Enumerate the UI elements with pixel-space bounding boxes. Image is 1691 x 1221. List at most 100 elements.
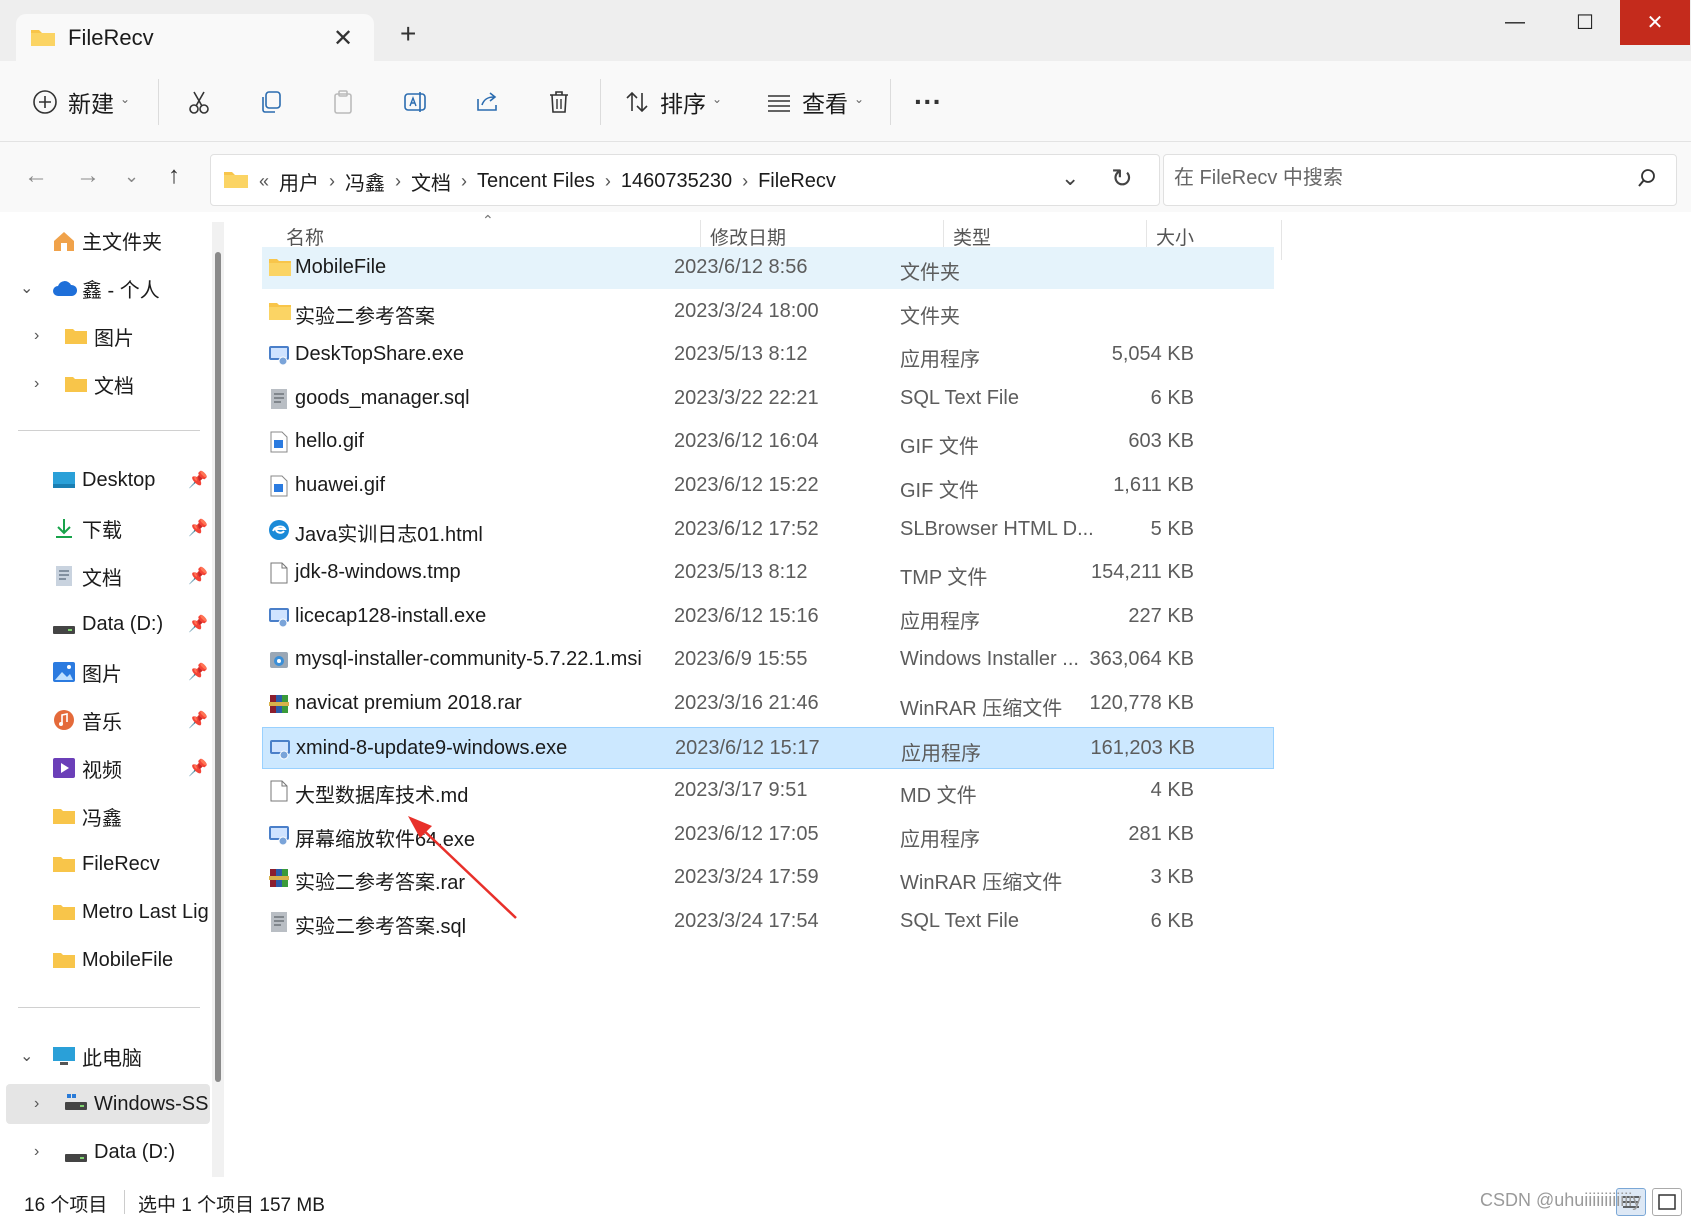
pin-icon[interactable]: 📌 bbox=[188, 758, 208, 778]
paste-button[interactable] bbox=[330, 61, 356, 142]
file-row[interactable]: 屏幕缩放软件64.exe 2023/6/12 17:05 应用程序 281 KB bbox=[262, 814, 1274, 856]
breadcrumb-overflow[interactable]: « bbox=[259, 171, 269, 192]
column-divider[interactable] bbox=[1281, 220, 1282, 260]
chevron-right-icon[interactable]: › bbox=[34, 1095, 39, 1113]
chevron-right-icon[interactable]: › bbox=[34, 327, 39, 345]
breadcrumb-item[interactable]: FileRecv bbox=[758, 170, 836, 193]
sidebar-item-fengxin[interactable]: 冯鑫 bbox=[0, 796, 210, 836]
file-row[interactable]: 大型数据库技术.md 2023/3/17 9:51 MD 文件 4 KB bbox=[262, 770, 1274, 812]
sidebar-item-this-pc[interactable]: ⌄ 此电脑 bbox=[0, 1036, 210, 1076]
file-row[interactable]: Java实训日志01.html 2023/6/12 17:52 SLBrowser … bbox=[262, 509, 1274, 551]
sidebar-item-documents[interactable]: 文档 📌 bbox=[0, 556, 210, 596]
breadcrumb-item[interactable]: 冯鑫 bbox=[345, 167, 385, 196]
chevron-right-icon[interactable]: › bbox=[34, 375, 39, 393]
view-button[interactable]: 查看 ⌄ bbox=[766, 61, 864, 142]
file-row[interactable]: licecap128-install.exe 2023/6/12 15:16 应用程… bbox=[262, 596, 1274, 638]
up-button[interactable]: ↑ bbox=[168, 162, 180, 190]
refresh-button[interactable]: ↻ bbox=[1111, 163, 1133, 194]
sidebar-item-desktop[interactable]: Desktop 📌 bbox=[0, 460, 210, 500]
scrollbar-thumb[interactable] bbox=[215, 252, 221, 1082]
file-list: ⌃ 名称 修改日期 类型 大小 MobileFile 2023/6/12 8:56… bbox=[236, 212, 1691, 1182]
drive-icon bbox=[64, 1094, 88, 1114]
breadcrumb-item[interactable]: Tencent Files bbox=[477, 170, 595, 193]
chevron-down-icon[interactable]: ⌄ bbox=[20, 278, 33, 298]
pin-icon[interactable]: 📌 bbox=[188, 470, 208, 490]
tiles-view-button[interactable] bbox=[1652, 1188, 1682, 1216]
sidebar-scrollbar[interactable] bbox=[212, 222, 224, 1177]
file-row[interactable]: mysql-installer-community-5.7.22.1.msi 20… bbox=[262, 639, 1274, 681]
sidebar-item-windows-ssd[interactable]: › Windows-SSD bbox=[6, 1084, 210, 1124]
sidebar-item-onedrive[interactable]: ⌄ 鑫 - 个人 bbox=[0, 268, 210, 308]
sidebar-item-od-pictures[interactable]: › 图片 bbox=[0, 316, 210, 356]
file-row[interactable]: navicat premium 2018.rar 2023/3/16 21:46 W… bbox=[262, 683, 1274, 725]
pin-icon[interactable]: 📌 bbox=[188, 662, 208, 682]
back-button[interactable]: ← bbox=[24, 162, 48, 190]
file-size: 5 KB bbox=[1150, 517, 1194, 540]
file-row[interactable]: goods_manager.sql 2023/3/22 22:21 SQL Text… bbox=[262, 378, 1274, 420]
copy-button[interactable] bbox=[258, 61, 284, 142]
close-window-button[interactable]: ✕ bbox=[1620, 0, 1690, 45]
rename-button[interactable] bbox=[402, 61, 428, 142]
file-row[interactable]: hello.gif 2023/6/12 16:04 GIF 文件 603 KB bbox=[262, 421, 1274, 463]
file-row[interactable]: xmind-8-update9-windows.exe 2023/6/12 15:… bbox=[262, 726, 1274, 769]
tab-filerecv[interactable]: FileRecv ✕ bbox=[16, 14, 374, 61]
sidebar-item-music[interactable]: 音乐 📌 bbox=[0, 700, 210, 740]
maximize-button[interactable]: ☐ bbox=[1550, 0, 1620, 45]
share-button[interactable] bbox=[474, 61, 500, 142]
file-size: 5,054 KB bbox=[1111, 343, 1194, 366]
sidebar-item-data-d[interactable]: Data (D:) 📌 bbox=[0, 604, 210, 644]
file-row[interactable]: 实验二参考答案.sql 2023/3/24 17:54 SQL Text File 6… bbox=[262, 901, 1274, 943]
cloud-icon bbox=[52, 279, 78, 299]
pin-icon[interactable]: 📌 bbox=[188, 566, 208, 586]
sidebar-item-pictures[interactable]: 图片 📌 bbox=[0, 652, 210, 692]
breadcrumb-item[interactable]: 1460735230 bbox=[621, 170, 732, 193]
recent-locations-button[interactable]: ⌄ bbox=[124, 166, 139, 187]
search-input[interactable] bbox=[1174, 167, 1614, 190]
sort-button[interactable]: 排序 ⌄ bbox=[624, 61, 722, 142]
address-bar[interactable]: « 用户 › 冯鑫 › 文档 › Tencent Files › 1460735… bbox=[210, 154, 1160, 206]
sidebar-item-od-documents[interactable]: › 文档 bbox=[0, 364, 210, 404]
search-box[interactable] bbox=[1163, 154, 1677, 206]
file-date: 2023/3/17 9:51 bbox=[674, 779, 808, 802]
sidebar-item-home[interactable]: 主文件夹 bbox=[0, 220, 210, 260]
sort-label: 排序 bbox=[660, 90, 706, 117]
breadcrumb-item[interactable]: 用户 bbox=[279, 167, 319, 196]
sidebar-item-mobilefile[interactable]: MobileFile bbox=[0, 940, 210, 980]
sidebar-item-label: 文档 bbox=[82, 567, 122, 590]
breadcrumb-item[interactable]: 文档 bbox=[411, 167, 451, 196]
folder-icon bbox=[52, 951, 76, 971]
pin-icon[interactable]: 📌 bbox=[188, 614, 208, 634]
column-header-label: 大小 bbox=[1156, 227, 1195, 249]
address-dropdown-button[interactable]: ⌄ bbox=[1061, 165, 1079, 191]
new-label: 新建 bbox=[68, 90, 114, 117]
application-icon bbox=[268, 606, 290, 628]
sidebar-item-filerecv[interactable]: FileRecv bbox=[0, 844, 210, 884]
new-tab-button[interactable]: + bbox=[400, 18, 416, 50]
pin-icon[interactable]: 📌 bbox=[188, 518, 208, 538]
file-name: jdk-8-windows.tmp bbox=[295, 561, 461, 584]
file-row[interactable]: MobileFile 2023/6/12 8:56 文件夹 bbox=[262, 247, 1274, 289]
forward-button[interactable]: → bbox=[76, 162, 100, 190]
minimize-button[interactable]: — bbox=[1480, 0, 1550, 45]
more-options-button[interactable]: ··· bbox=[914, 61, 942, 142]
cut-button[interactable] bbox=[186, 61, 212, 142]
toolbar-divider bbox=[890, 79, 891, 125]
sidebar-item-data-drive[interactable]: › Data (D:) bbox=[0, 1132, 210, 1172]
sidebar-item-videos[interactable]: 视频 📌 bbox=[0, 748, 210, 788]
pin-icon[interactable]: 📌 bbox=[188, 710, 208, 730]
browser-icon bbox=[268, 519, 290, 541]
sidebar-item-metro[interactable]: Metro Last Light bbox=[0, 892, 210, 932]
chevron-down-icon[interactable]: ⌄ bbox=[20, 1046, 33, 1066]
search-icon bbox=[1638, 169, 1655, 187]
file-row[interactable]: 实验二参考答案.rar 2023/3/24 17:59 WinRAR 压缩文件 3 K… bbox=[262, 857, 1274, 899]
file-name: huawei.gif bbox=[295, 474, 386, 496]
delete-button[interactable] bbox=[546, 61, 572, 142]
chevron-right-icon[interactable]: › bbox=[34, 1143, 39, 1161]
new-button[interactable]: 新建 ⌄ bbox=[32, 61, 130, 142]
close-tab-button[interactable]: ✕ bbox=[333, 24, 353, 53]
file-row[interactable]: huawei.gif 2023/6/12 15:22 GIF 文件 1,611 KB bbox=[262, 465, 1274, 507]
file-row[interactable]: DeskTopShare.exe 2023/5/13 8:12 应用程序 5,054 … bbox=[262, 334, 1274, 376]
sidebar-item-downloads[interactable]: 下载 📌 bbox=[0, 508, 210, 548]
file-row[interactable]: 实验二参考答案 2023/3/24 18:00 文件夹 bbox=[262, 291, 1274, 333]
file-row[interactable]: jdk-8-windows.tmp 2023/5/13 8:12 TMP 文件 154… bbox=[262, 552, 1274, 594]
